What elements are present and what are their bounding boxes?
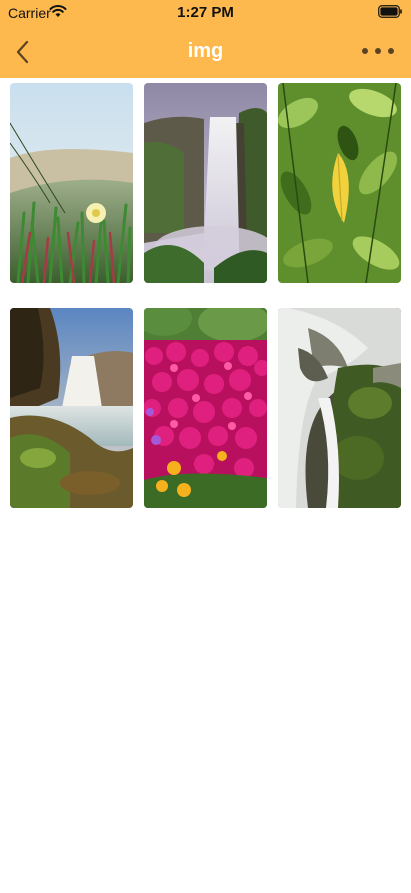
photo-waterfall-shore	[10, 308, 133, 508]
image-tile-waterfall-sunset[interactable]	[10, 308, 133, 508]
more-options-icon[interactable]	[361, 44, 395, 58]
photo-magenta-flowers	[144, 308, 267, 508]
image-tile-waterfall[interactable]	[144, 83, 267, 283]
page-title: img	[187, 40, 224, 62]
navigation-bar: img	[0, 26, 411, 78]
battery-icon	[378, 5, 402, 18]
photo-cascade-rocks	[278, 308, 401, 508]
photo-ice-plant	[10, 83, 133, 283]
photo-waterfall-cliff	[144, 83, 267, 283]
status-bar: Carrier 1:27 PM	[0, 0, 411, 26]
status-time: 1:27 PM	[177, 4, 234, 21]
image-tile-flower-field[interactable]	[144, 308, 267, 508]
photo-green-leaves	[278, 83, 401, 283]
image-tile-leaves[interactable]	[278, 83, 401, 283]
image-tile-cascade[interactable]	[278, 308, 401, 508]
header-bar: Carrier 1:27 PM img	[0, 0, 411, 78]
image-tile-flowers[interactable]	[10, 83, 133, 283]
